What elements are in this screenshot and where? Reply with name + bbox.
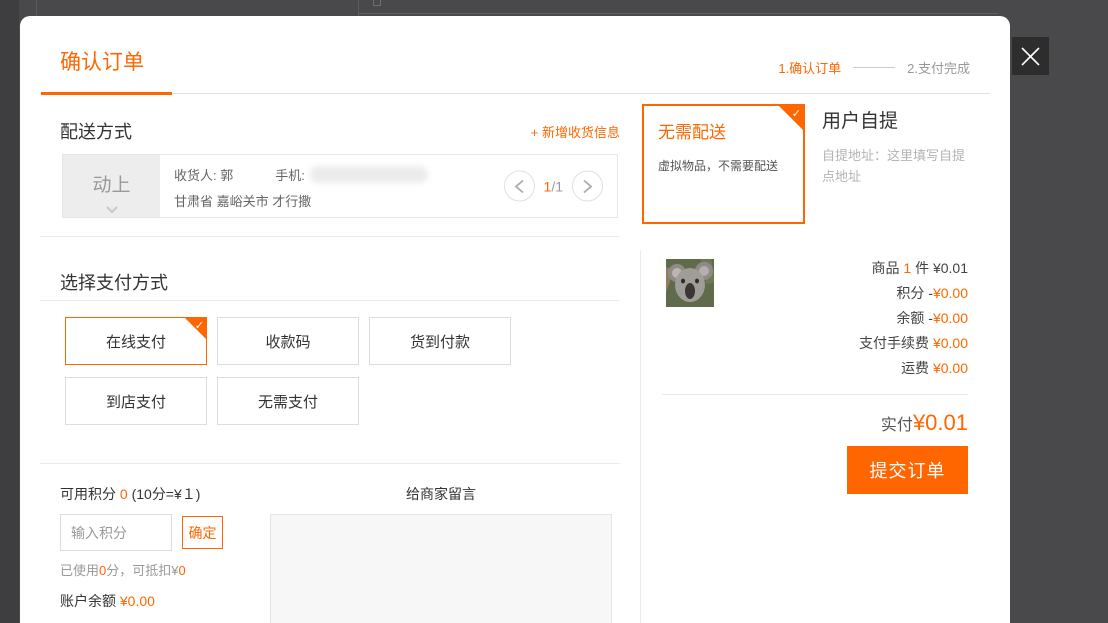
account-balance-value: ¥0.00 [120,593,155,609]
check-icon: ✓ [195,319,204,332]
phone-label: 手机: [275,165,305,184]
koala-image [666,259,714,307]
pagination-count: 1/1 [544,178,563,194]
background-divider [358,13,998,14]
summary-row-points: 积分 -¥0.00 [720,281,968,306]
summary-row-fee: 支付手续费 ¥0.00 [720,331,968,356]
total-line: 实付¥0.01 [662,410,968,436]
payment-option-label: 无需支付 [258,391,318,412]
address-tab[interactable]: 动上 [63,155,160,217]
shipping-option-no-delivery[interactable]: ✓ 无需配送 虚拟物品，不需要配送 [642,104,805,224]
background-left-strip [0,0,19,623]
payment-option-instore[interactable]: 到店支付 [65,377,207,425]
payment-option-online[interactable]: ✓ 在线支付 [65,317,207,365]
product-thumbnail [666,259,714,307]
chevron-right-icon [582,179,593,193]
payment-option-cod[interactable]: 货到付款 [369,317,511,365]
payment-option-label: 货到付款 [410,331,470,352]
check-icon: ✓ [792,107,801,120]
step-confirm-order: 1.确认订单 [778,58,841,77]
address-pagination: 1/1 [504,171,603,202]
summary-row-balance: 余额 -¥0.00 [720,306,968,331]
points-used-line: 已使用0分，可抵扣¥0 [60,560,186,579]
order-summary: 商品 1 件 ¥0.01 积分 -¥0.00 余额 -¥0.00 支付手续费 ¥… [720,256,968,381]
payment-option-none[interactable]: 无需支付 [217,377,359,425]
close-icon [1021,47,1040,66]
payment-option-label: 收款码 [265,331,310,352]
section-divider [40,463,620,464]
chevron-down-icon [105,206,119,214]
column-divider [640,250,641,623]
background-divider [36,0,37,16]
header-divider [40,93,990,94]
chevron-left-icon [514,179,525,193]
points-confirm-button[interactable]: 确定 [182,516,223,549]
payment-options: ✓ 在线支付 收款码 货到付款 到店支付 无需支付 [65,317,535,425]
receiver-label: 收货人: 郭 [174,165,233,184]
section-divider [40,300,620,301]
step-connector [853,67,895,68]
header-divider-accent [41,92,172,95]
shipping-option-title: 用户自提 [822,106,992,133]
total-label: 实付 [881,417,913,434]
submit-order-button[interactable]: 提交订单 [847,446,968,494]
points-input[interactable] [60,514,172,551]
points-available-value: 0 [120,486,128,502]
payment-option-label: 到店支付 [106,391,166,412]
address-card[interactable]: 动上 收货人: 郭 手机: 甘肃省 嘉峪关市 才行撒 1/1 [62,154,618,218]
payment-option-qrcode[interactable]: 收款码 [217,317,359,365]
merchant-message-textarea[interactable] [270,514,612,623]
shipping-option-desc: 虚拟物品，不需要配送 [658,157,789,175]
summary-divider [662,394,968,395]
section-divider [40,236,620,237]
payment-heading: 选择支付方式 [60,269,168,295]
payment-option-label: 在线支付 [106,331,166,352]
merchant-message-label: 给商家留言 [270,484,612,504]
shipping-option-desc: 自提地址：这里填写自提点地址 [822,146,974,188]
summary-row-shipping: 运费 ¥0.00 [720,356,968,381]
page-title: 确认订单 [60,46,144,76]
close-button[interactable] [1012,37,1049,75]
add-address-link[interactable]: + 新增收货信息 [60,122,620,141]
address-tab-label: 动上 [92,170,130,197]
prev-address-button[interactable] [504,171,535,202]
points-available-line: 可用积分 0 (10分=¥１) [60,484,200,504]
shipping-option-pickup[interactable]: 用户自提 自提地址：这里填写自提点地址 [822,106,992,188]
checkout-steps: 1.确认订单 2.支付完成 [778,58,970,77]
next-address-button[interactable] [572,171,603,202]
background-checkbox-icon [373,0,381,6]
account-balance-line: 账户余额 ¥0.00 [60,591,155,611]
confirm-order-modal: 确认订单 1.确认订单 2.支付完成 配送方式 + 新增收货信息 动上 收货人:… [20,16,1010,623]
total-value: ¥0.01 [913,410,968,435]
phone-number-redacted [310,166,428,183]
step-payment-complete: 2.支付完成 [907,58,970,77]
summary-row-goods: 商品 1 件 ¥0.01 [720,256,968,281]
